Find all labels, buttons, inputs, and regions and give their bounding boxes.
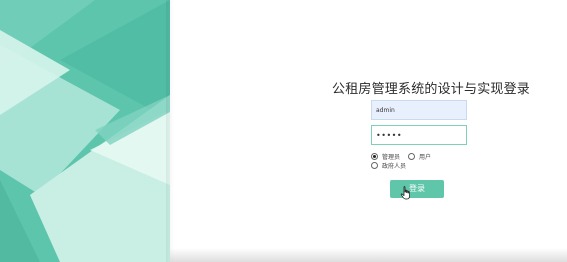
role-option-admin[interactable]: 管理员 — [371, 152, 400, 161]
bottom-shade — [170, 248, 567, 262]
role-option-user[interactable]: 用户 — [408, 152, 431, 161]
role-option-government[interactable]: 政府人员 — [371, 161, 406, 170]
role-row: 政府人员 — [371, 161, 471, 170]
role-selector: 管理员 用户 政府人员 — [371, 152, 471, 170]
panel-edge-shadow — [166, 0, 174, 262]
radio-unchecked-icon[interactable] — [408, 153, 416, 160]
role-label-government: 政府人员 — [382, 163, 407, 170]
login-title: 公租房管理系统的设计与实现登录 — [332, 82, 531, 97]
password-input[interactable] — [371, 125, 467, 145]
geometric-background-art — [0, 0, 170, 262]
radio-unchecked-icon[interactable] — [371, 162, 378, 169]
username-input[interactable] — [371, 100, 467, 120]
decorative-side-panel — [0, 0, 170, 262]
hand-pointer-icon — [400, 186, 410, 200]
role-label-admin: 管理员 — [382, 154, 401, 161]
login-button[interactable]: 登录 — [390, 180, 444, 198]
role-label-user: 用户 — [419, 154, 432, 161]
radio-checked-icon[interactable] — [371, 153, 378, 160]
role-row: 管理员 用户 — [371, 152, 471, 161]
